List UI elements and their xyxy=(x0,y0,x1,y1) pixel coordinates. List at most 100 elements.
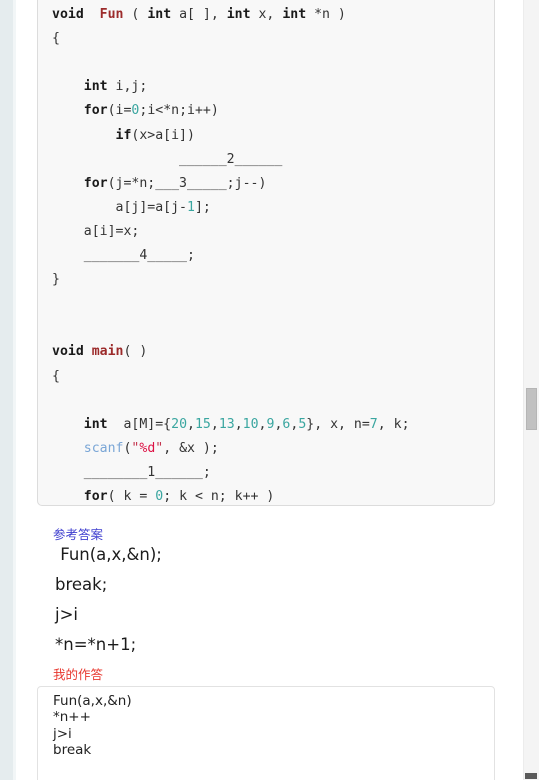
reference-answer-line: *n=*n+1; xyxy=(55,635,137,654)
code-token: 7 xyxy=(369,416,378,432)
code-token: main xyxy=(91,344,124,360)
code-token: scanf xyxy=(83,440,124,456)
code-line: ​ xyxy=(52,316,484,340)
code-token: a[i]=x; xyxy=(83,223,140,239)
code-line: a[i]=x; xyxy=(52,220,484,244)
code-line: int a[M]={20,15,13,10,9,6,5}, x, n=7, k; xyxy=(52,413,484,437)
code-token: , &x ); xyxy=(163,440,219,456)
code-token: *n ) xyxy=(306,7,346,23)
code-token: int xyxy=(83,416,108,432)
code-token: ( ) xyxy=(123,344,148,360)
code-token: _______4_____; xyxy=(83,248,195,264)
code-token: for xyxy=(83,175,108,191)
code-token: void xyxy=(52,7,84,23)
code-token: ______2______ xyxy=(179,151,283,167)
scrollbar-corner xyxy=(525,773,537,779)
code-token: , xyxy=(258,416,267,432)
code-line: ______2______ xyxy=(52,148,484,172)
reference-answer-body: Fun(a,x,&n); break; j>i *n=*n+1; xyxy=(55,540,495,660)
code-token: , xyxy=(187,416,195,432)
my-answer-heading: 我的作答 xyxy=(53,667,104,682)
code-token: a[j]=a[j- xyxy=(115,199,187,215)
code-line: for(i=0;i<*n;i++) xyxy=(52,99,484,123)
code-line: { xyxy=(52,27,484,51)
code-line: int i,j; xyxy=(52,75,484,99)
my-answer-line: break xyxy=(53,741,92,758)
code-line: _______4_____; xyxy=(52,244,484,268)
code-token: 0 xyxy=(155,488,164,504)
code-token: a[M]={ xyxy=(107,416,172,432)
code-token: ]; xyxy=(194,199,211,215)
code-token: if xyxy=(115,127,132,143)
reference-answer-line: j>i xyxy=(55,605,78,624)
code-token: } xyxy=(52,272,60,288)
code-token: i,j; xyxy=(107,79,148,95)
code-line: for(j=*n;___3_____;j--) xyxy=(52,172,484,196)
code-token: Fun xyxy=(99,7,124,23)
code-line: { xyxy=(52,365,484,389)
code-line: a[j]=a[j-1]; xyxy=(52,196,484,220)
code-token: x, xyxy=(250,7,283,23)
code-token: { xyxy=(52,368,60,384)
content-column: #define M 50void Fun ( int a[ ], int x, … xyxy=(16,0,523,780)
code-token: (i= xyxy=(107,103,132,119)
code-line: ​ xyxy=(52,389,484,413)
code-line: for( k = 0; k < n; k++ ) xyxy=(52,485,484,505)
code-token: 10 xyxy=(242,416,259,432)
code-token: for xyxy=(83,488,108,504)
reference-answer-line: Fun(a,x,&n); xyxy=(55,545,162,564)
code-token: 13 xyxy=(218,416,235,432)
code-token: , k; xyxy=(377,416,410,432)
code-token: int xyxy=(282,7,307,23)
code-token: }, x, n= xyxy=(306,416,370,432)
code-block-panel: #define M 50void Fun ( int a[ ], int x, … xyxy=(37,0,495,506)
code-token: int xyxy=(83,79,108,95)
page-root: #define M 50void Fun ( int a[ ], int x, … xyxy=(0,0,539,780)
code-lines: #define M 50void Fun ( int a[ ], int x, … xyxy=(38,0,494,505)
code-token: for xyxy=(83,103,108,119)
code-token: a[ ], xyxy=(171,7,227,23)
code-line: ​ xyxy=(52,292,484,316)
code-token: , xyxy=(210,416,219,432)
code-token: ________1______; xyxy=(83,464,211,480)
code-token: %d xyxy=(139,440,156,456)
code-token: int xyxy=(226,7,251,23)
code-token: ;i<*n;i++) xyxy=(139,103,219,119)
code-token: ( k = xyxy=(107,488,156,504)
code-line: void main( ) xyxy=(52,340,484,364)
code-token: (j=*n;___3_____;j--) xyxy=(107,175,267,191)
code-line: if(x>a[i]) xyxy=(52,124,484,148)
code-token: void xyxy=(52,344,84,360)
code-token: int xyxy=(147,7,172,23)
reference-answer-line: break; xyxy=(55,575,108,594)
code-token: , xyxy=(234,416,243,432)
vertical-scrollbar-thumb[interactable] xyxy=(526,388,537,430)
my-answer-line: Fun(a,x,&n) xyxy=(53,693,132,709)
code-token: { xyxy=(52,31,60,47)
code-token: ; k < n; k++ ) xyxy=(163,488,275,504)
code-token: 1 xyxy=(187,199,195,215)
my-answer-line: *n++ xyxy=(53,709,91,726)
code-line: void Fun ( int a[ ], int x, int *n ) xyxy=(52,3,484,27)
code-token: 20 xyxy=(171,416,188,432)
code-token: ( xyxy=(123,7,148,23)
code-line: ​ xyxy=(52,51,484,75)
code-line: ________1______; xyxy=(52,461,484,485)
my-answer-body: Fun(a,x,&n) *n++ j>i break xyxy=(53,693,483,758)
code-line: } xyxy=(52,268,484,292)
my-answer-line: j>i xyxy=(53,725,72,742)
vertical-scrollbar-track[interactable] xyxy=(523,0,539,780)
